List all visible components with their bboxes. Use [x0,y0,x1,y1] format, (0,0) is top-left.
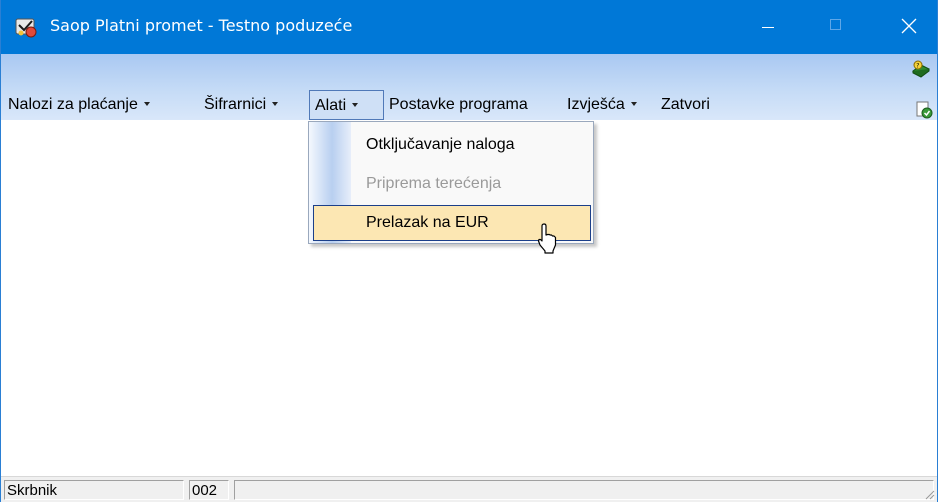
status-bar: Skrbnik 002 [1,476,937,502]
chevron-down-icon [272,102,279,107]
app-logo-icon [15,18,37,38]
menu-item-priprema-terecenja: Priprema terećenja [313,166,591,202]
menu-label: Alati [315,97,347,114]
chevron-down-icon [352,103,359,108]
status-info [234,480,934,500]
menu-izvjesca[interactable]: Izvješća [567,90,637,120]
menu-label: Zatvori [661,96,710,113]
menu-item-label: Priprema terećenja [366,175,502,192]
menu-bar: Nalozi za plaćanje Šifrarnici Alati Post… [1,90,901,120]
status-user: Skrbnik [4,480,184,500]
menu-label: Izvješća [567,96,625,113]
chevron-down-icon [143,102,150,107]
menu-sifrarnici[interactable]: Šifrarnici [204,90,279,120]
maximize-button[interactable] [813,0,859,54]
menu-item-label: Otključavanje naloga [366,136,515,153]
help-book-icon[interactable]: ? [911,59,931,79]
close-icon [901,18,917,34]
menu-item-otkljucavanje-naloga[interactable]: Otključavanje naloga [313,127,591,163]
menu-nalozi-za-placanje[interactable]: Nalozi za plaćanje [8,90,150,120]
menu-label: Nalozi za plaćanje [8,96,138,113]
menu-label: Šifrarnici [204,96,267,113]
menu-item-label: Prelazak na EUR [366,214,489,231]
check-document-icon[interactable] [915,101,933,119]
svg-text:?: ? [916,63,919,70]
title-bar[interactable]: Saop Platni promet - Testno poduzeće [1,0,937,54]
menu-zatvori[interactable]: Zatvori [661,90,710,120]
mouse-cursor-icon [537,223,557,254]
app-window: Saop Platni promet - Testno poduzeće ? N… [0,0,938,502]
status-code: 002 [189,480,229,500]
resize-grip-icon[interactable] [923,488,935,500]
minimize-button[interactable] [745,0,791,54]
menu-postavke-programa[interactable]: Postavke programa [389,90,528,120]
chevron-down-icon [630,102,637,107]
close-button[interactable] [886,0,932,54]
menu-label: Postavke programa [389,96,528,113]
window-title: Saop Platni promet - Testno poduzeće [50,16,353,35]
menu-alati[interactable]: Alati [309,90,384,120]
